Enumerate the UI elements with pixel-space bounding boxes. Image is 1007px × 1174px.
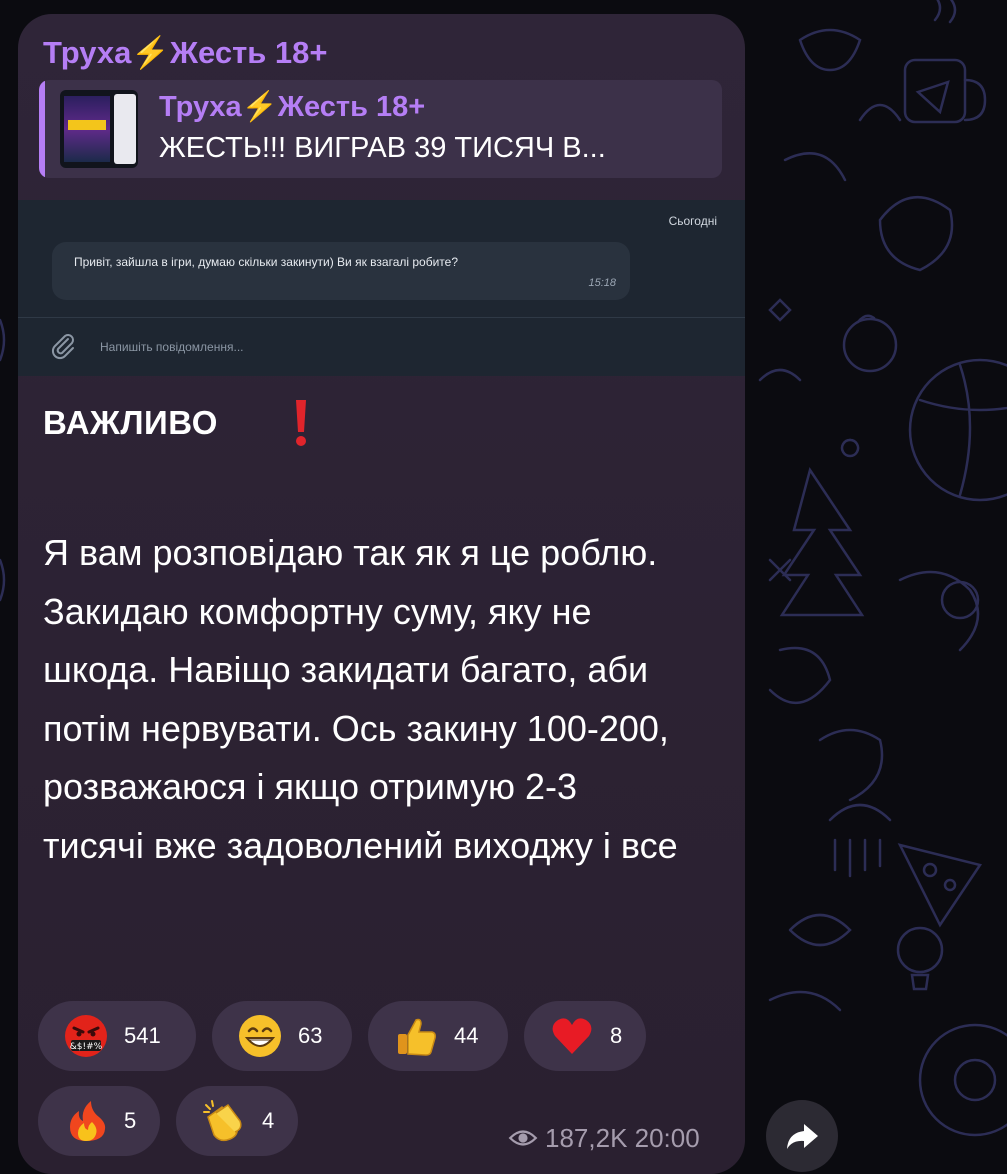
reaction-count: 8 xyxy=(610,1023,623,1048)
reaction-count: 4 xyxy=(262,1108,275,1133)
thumbs-up-icon xyxy=(398,1018,436,1056)
reaction-red-heart[interactable]: 8 xyxy=(524,1001,646,1071)
screenshot-divider xyxy=(18,317,745,318)
screenshot-message-text: Привіт, зайшла в ігри, думаю скільки зак… xyxy=(74,255,459,269)
reaction-clapping-hands[interactable]: 4 xyxy=(176,1086,298,1156)
share-arrow-icon xyxy=(787,1124,818,1149)
reply-text: ЖЕСТЬ!!! ВИГРАВ 39 ТИСЯЧ В... xyxy=(159,132,606,164)
eye-icon xyxy=(508,1130,538,1146)
reaction-count: 44 xyxy=(454,1023,479,1048)
screenshot-message-time: 15:18 xyxy=(588,277,616,289)
reaction-cursing-face[interactable]: &$!#% 541 xyxy=(38,1001,196,1071)
reply-preview[interactable]: Труха⚡️Жесть 18+ ЖЕСТЬ!!! ВИГРАВ 39 ТИСЯ… xyxy=(39,80,722,178)
screenshot-date: Сьогодні xyxy=(668,214,717,228)
reply-thumbnail xyxy=(60,90,138,168)
reply-title: Труха⚡️Жесть 18+ xyxy=(159,91,426,123)
post-body-text: Я вам розповідаю так як я це роблю. Заки… xyxy=(43,532,678,866)
clapping-hands-icon xyxy=(203,1100,242,1142)
reaction-count: 541 xyxy=(124,1023,161,1048)
red-heart-icon xyxy=(552,1018,592,1054)
reaction-count: 5 xyxy=(124,1108,137,1133)
screenshot-input-placeholder: Напишіть повідомлення... xyxy=(100,340,244,354)
paperclip-icon xyxy=(51,334,74,360)
red-exclamation-icon xyxy=(296,400,306,446)
fire-icon xyxy=(70,1101,106,1141)
views-count: 187,2K xyxy=(545,1123,628,1153)
share-button[interactable] xyxy=(766,1100,838,1172)
cursing-face-icon: &$!#% xyxy=(65,1015,107,1057)
post-time: 20:00 xyxy=(634,1123,700,1153)
post-heading: ВАЖЛИВО xyxy=(43,404,218,441)
channel-name[interactable]: Труха⚡️Жесть 18+ xyxy=(43,34,328,71)
reaction-grinning-face[interactable]: 63 xyxy=(212,1001,352,1071)
reaction-thumbs-up[interactable]: 44 xyxy=(368,1001,508,1071)
reply-accent-bar xyxy=(39,80,45,178)
svg-text:&$!#%: &$!#% xyxy=(70,1042,103,1052)
screenshot-message-bubble: Привіт, зайшла в ігри, думаю скільки зак… xyxy=(52,242,630,300)
reaction-count: 63 xyxy=(298,1023,323,1048)
attached-chat-screenshot[interactable]: Сьогодні Привіт, зайшла в ігри, думаю ск… xyxy=(18,200,745,376)
post-meta: 187,2K 20:00 xyxy=(545,1123,700,1154)
channel-post-bubble: Труха⚡️Жесть 18+ Труха⚡️Жесть 18+ ЖЕСТЬ!… xyxy=(18,14,745,1174)
reaction-fire[interactable]: 5 xyxy=(38,1086,160,1156)
grinning-face-icon xyxy=(239,1015,281,1057)
